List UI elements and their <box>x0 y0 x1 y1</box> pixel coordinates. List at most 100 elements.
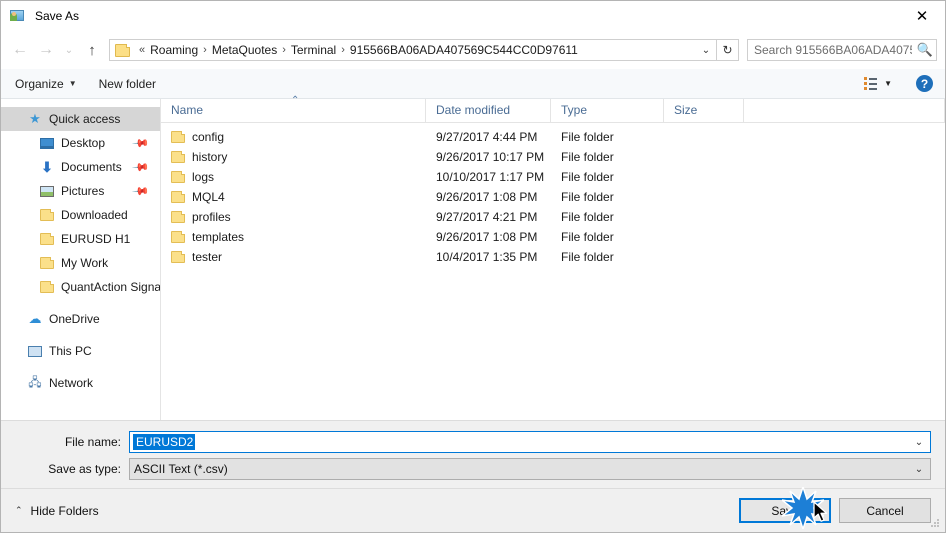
file-name-row: File name: EURUSD2 ⌄ <box>15 431 931 453</box>
close-icon[interactable]: ✕ <box>899 1 945 31</box>
save-as-type-label: Save as type: <box>48 462 121 476</box>
sidebar-divider <box>1 299 160 307</box>
table-row[interactable]: templates 9/26/2017 1:08 PM File folder <box>161 227 945 247</box>
column-headers: ⌃ Name Date modified Type Size <box>161 95 945 123</box>
save-as-type-value: ASCII Text (*.csv) <box>134 462 228 476</box>
refresh-icon[interactable]: ↻ <box>717 39 739 61</box>
file-date-cell: 9/26/2017 1:08 PM <box>436 190 538 204</box>
sidebar-item-quick-access[interactable]: ★ Quick access <box>1 107 160 131</box>
file-name-value[interactable]: EURUSD2 <box>133 434 196 450</box>
file-date-cell: 9/27/2017 4:21 PM <box>436 210 538 224</box>
file-rows: config 9/27/2017 4:44 PM File folder his… <box>161 123 945 420</box>
save-form: File name: EURUSD2 ⌄ Save as type: ASCII… <box>1 420 945 488</box>
folder-icon <box>171 251 185 263</box>
chevron-right-icon: › <box>341 44 345 56</box>
file-name-cell: tester <box>161 250 426 264</box>
file-name-cell: profiles <box>161 210 426 224</box>
navigation-pane: ★ Quick access Desktop 📌 ⬇ Documents 📌 P… <box>1 99 161 420</box>
column-header-size[interactable]: Size <box>664 99 744 122</box>
documents-download-icon: ⬇ <box>41 159 53 175</box>
folder-icon <box>39 255 55 271</box>
file-name-input[interactable]: EURUSD2 ⌄ <box>129 431 931 453</box>
file-date-cell: 10/10/2017 1:17 PM <box>436 170 545 184</box>
pin-icon[interactable]: 📌 <box>132 134 151 152</box>
table-row[interactable]: history 9/26/2017 10:17 PM File folder <box>161 147 945 167</box>
sidebar-item-downloaded[interactable]: Downloaded <box>1 203 160 227</box>
save-button[interactable]: Save <box>739 498 831 523</box>
table-row[interactable]: tester 10/4/2017 1:35 PM File folder <box>161 247 945 267</box>
recent-locations-button[interactable]: ⌄ <box>59 37 79 63</box>
file-type-cell: File folder <box>561 170 614 184</box>
resize-grip[interactable] <box>931 519 941 529</box>
organize-button[interactable]: Organize ▼ <box>15 77 77 91</box>
file-name-cell: history <box>161 150 426 164</box>
file-type-cell: File folder <box>561 210 614 224</box>
sidebar-item-network[interactable]: 🖧 Network <box>1 371 160 395</box>
table-row[interactable]: MQL4 9/26/2017 1:08 PM File folder <box>161 187 945 207</box>
sidebar-item-desktop[interactable]: Desktop 📌 <box>1 131 160 155</box>
folder-icon <box>171 191 185 203</box>
chevron-down-icon[interactable]: ⌄ <box>908 437 930 448</box>
column-header-filler <box>744 99 945 122</box>
folder-icon <box>171 211 185 223</box>
save-as-type-select[interactable]: ASCII Text (*.csv) ⌄ <box>129 458 931 480</box>
forward-button[interactable]: → <box>33 37 59 63</box>
command-bar: Organize ▼ New folder ▼ ? <box>1 69 945 99</box>
search-input[interactable] <box>748 42 914 58</box>
sidebar-item-onedrive[interactable]: ☁ OneDrive <box>1 307 160 331</box>
star-icon: ★ <box>29 111 41 126</box>
file-name-cell: config <box>161 130 426 144</box>
chevron-down-icon[interactable]: ▼ <box>884 79 892 88</box>
new-folder-button[interactable]: New folder <box>99 77 156 91</box>
sidebar-item-eurusd-h1[interactable]: EURUSD H1 <box>1 227 160 251</box>
table-row[interactable]: logs 10/10/2017 1:17 PM File folder <box>161 167 945 187</box>
sidebar-divider <box>1 331 160 339</box>
pin-icon[interactable]: 📌 <box>132 158 151 176</box>
view-layout-button[interactable]: ▼ <box>864 77 892 90</box>
column-header-date-modified[interactable]: Date modified <box>426 99 551 122</box>
breadcrumb-overflow[interactable]: « <box>139 44 145 56</box>
breadcrumb-segment-terminal[interactable]: Terminal <box>291 43 336 57</box>
chevron-right-icon: › <box>203 44 207 56</box>
sidebar-item-label: This PC <box>49 344 92 358</box>
sidebar-item-this-pc[interactable]: This PC <box>1 339 160 363</box>
sidebar-item-documents[interactable]: ⬇ Documents 📌 <box>1 155 160 179</box>
hide-folders-label: Hide Folders <box>30 503 99 518</box>
table-row[interactable]: profiles 9/27/2017 4:21 PM File folder <box>161 207 945 227</box>
sidebar-item-quantaction-signal[interactable]: QuantAction Signal <box>1 275 160 299</box>
file-type-cell: File folder <box>561 130 614 144</box>
file-date-cell: 9/26/2017 1:08 PM <box>436 230 538 244</box>
breadcrumb-segment-metaquotes[interactable]: MetaQuotes <box>212 43 277 57</box>
cancel-button[interactable]: Cancel <box>839 498 931 523</box>
dialog-footer: ⌃ Hide Folders Save Cancel <box>1 488 945 532</box>
breadcrumb[interactable]: « Roaming › MetaQuotes › Terminal › 9155… <box>109 39 717 61</box>
up-button[interactable]: ↑ <box>79 37 105 63</box>
back-button[interactable]: ← <box>7 37 33 63</box>
breadcrumb-segment-roaming[interactable]: Roaming <box>150 43 198 57</box>
chevron-right-icon: › <box>282 44 286 56</box>
pin-icon[interactable]: 📌 <box>132 182 151 200</box>
sidebar-item-label: Pictures <box>61 184 105 198</box>
search-icon[interactable]: 🔍 <box>914 42 936 58</box>
table-row[interactable]: config 9/27/2017 4:44 PM File folder <box>161 127 945 147</box>
file-name-text: history <box>192 150 228 164</box>
sidebar-item-label: Downloaded <box>61 208 128 222</box>
chevron-up-icon: ⌃ <box>15 505 23 515</box>
folder-icon <box>171 151 185 163</box>
chevron-down-icon[interactable]: ⌄ <box>908 464 930 475</box>
hide-folders-button[interactable]: ⌃ Hide Folders <box>15 504 99 518</box>
chevron-down-icon[interactable]: ⌄ <box>696 45 716 56</box>
file-date-cell: 10/4/2017 1:35 PM <box>436 250 538 264</box>
search-box[interactable]: 🔍 <box>747 39 937 61</box>
help-circle-icon[interactable]: ? <box>916 75 933 92</box>
sidebar-item-pictures[interactable]: Pictures 📌 <box>1 179 160 203</box>
sidebar-item-my-work[interactable]: My Work <box>1 251 160 275</box>
breadcrumb-segment-guid[interactable]: 915566BA06ADA407569C544CC0D97611 <box>350 43 578 57</box>
file-type-cell: File folder <box>561 250 614 264</box>
save-as-dialog: Save As ✕ ← → ⌄ ↑ « Roaming › MetaQuotes… <box>0 0 946 533</box>
file-type-cell: File folder <box>561 190 614 204</box>
file-name-cell: MQL4 <box>161 190 426 204</box>
column-header-type[interactable]: Type <box>551 99 664 122</box>
file-name-text: tester <box>192 250 223 264</box>
sort-ascending-icon: ⌃ <box>291 95 300 106</box>
